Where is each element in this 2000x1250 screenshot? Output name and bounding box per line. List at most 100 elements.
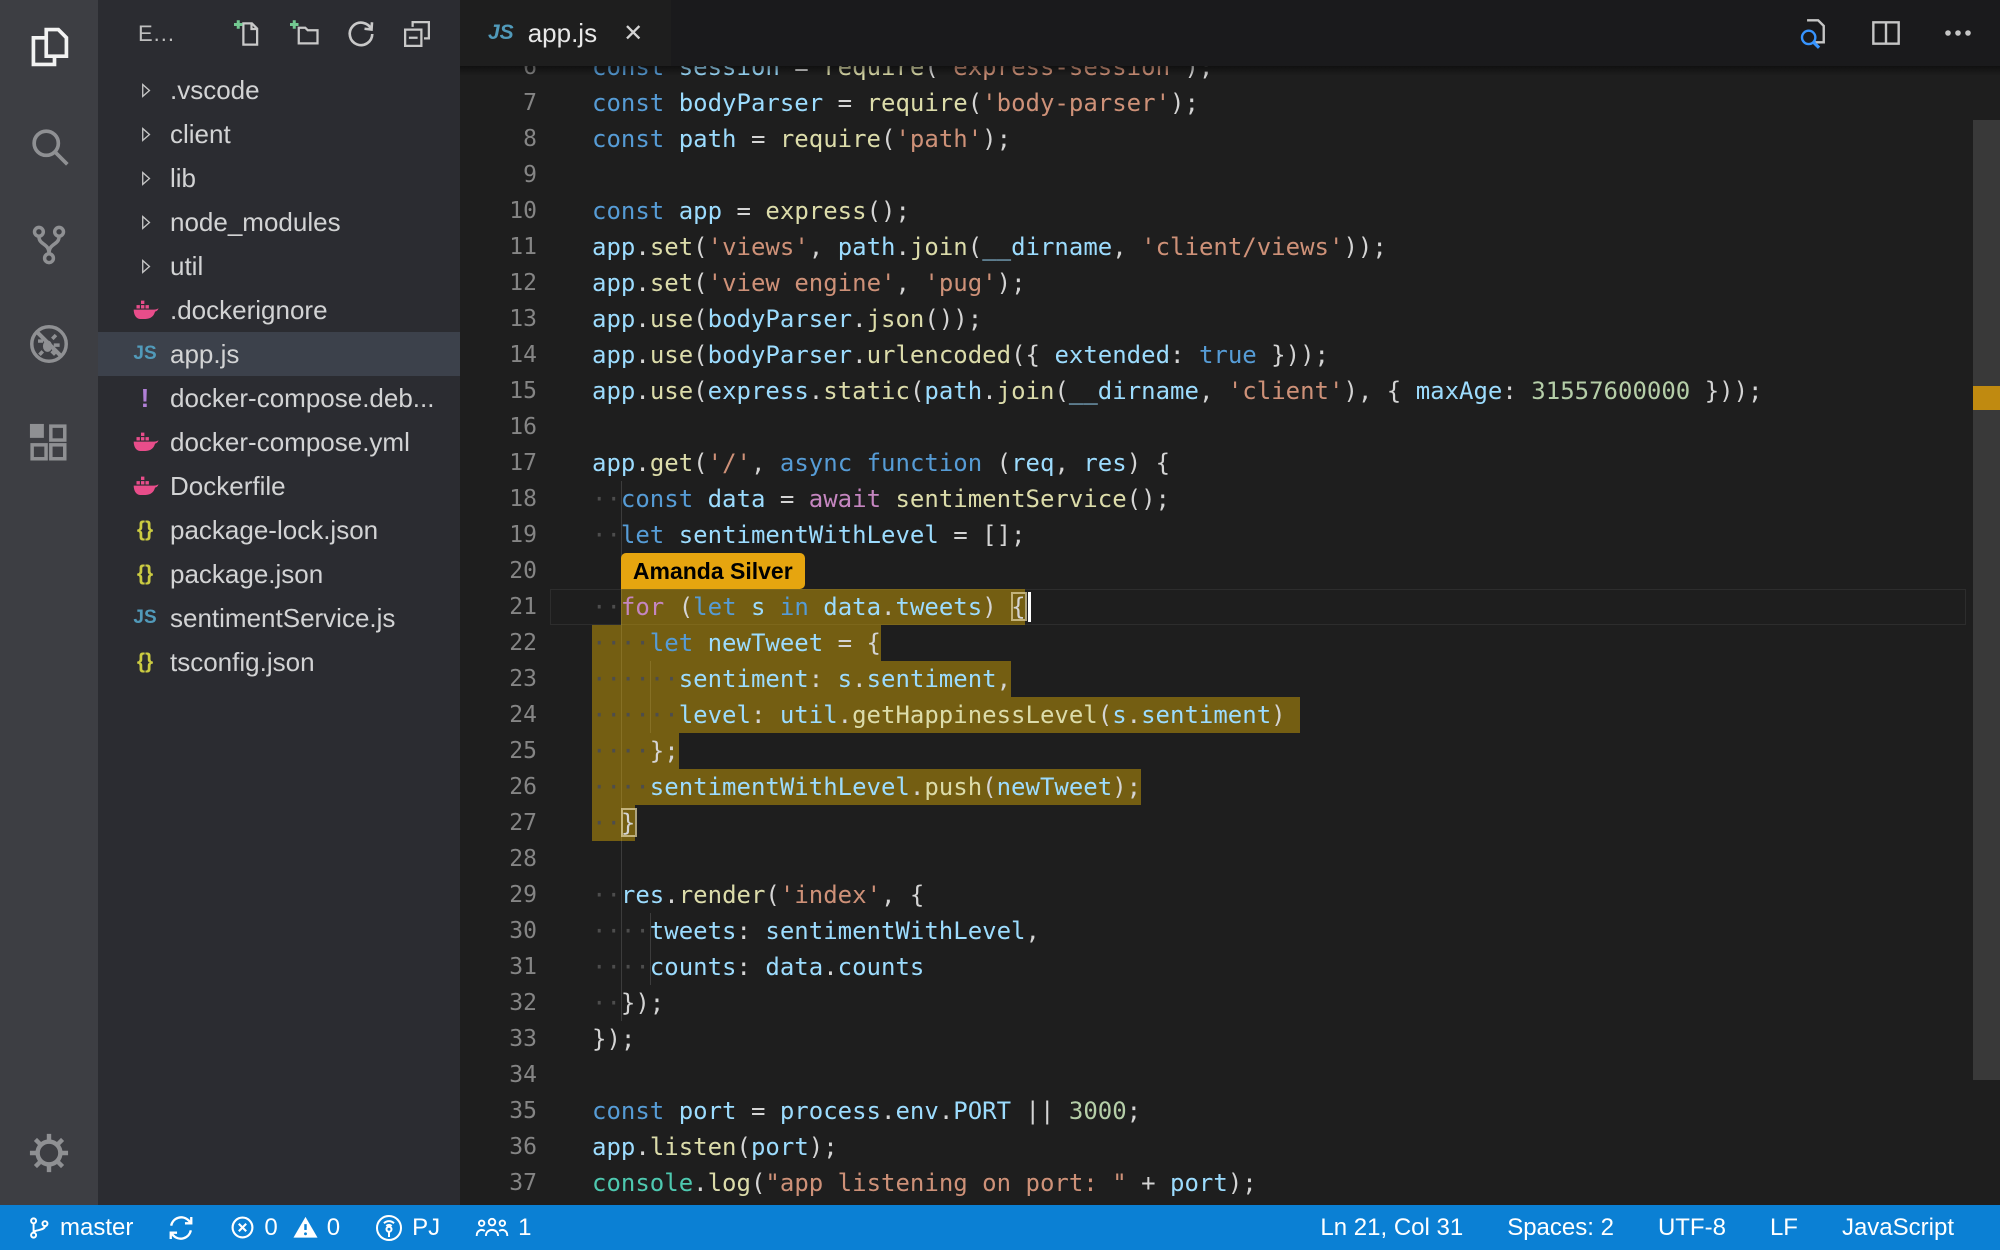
- code-line-26[interactable]: 26····sentimentWithLevel.push(newTweet);: [460, 769, 2000, 805]
- line-number: 28: [460, 841, 537, 877]
- activity-item-source-control[interactable]: [0, 198, 98, 297]
- code-line-14[interactable]: 14app.use(bodyParser.urlencoded({ extend…: [460, 337, 2000, 373]
- tree-item-package-json[interactable]: {}package.json: [98, 552, 460, 596]
- find-in-file-button[interactable]: [1798, 17, 1830, 49]
- line-number: 23: [460, 661, 537, 697]
- code-line-27[interactable]: 27··}: [460, 805, 2000, 841]
- people-icon: [474, 1214, 510, 1241]
- tree-item-dockerfile[interactable]: Dockerfile: [98, 464, 460, 508]
- tree-item-docker-compose-yml[interactable]: docker-compose.yml: [98, 420, 460, 464]
- tab-label: app.js: [528, 18, 597, 49]
- tree-item-tsconfig-json[interactable]: {}tsconfig.json: [98, 640, 460, 684]
- code-line-31[interactable]: 31····counts: data.counts: [460, 949, 2000, 985]
- status-sync[interactable]: [167, 1214, 195, 1242]
- tree-item-lib[interactable]: lib: [98, 156, 460, 200]
- code-line-18[interactable]: 18··const data = await sentimentService(…: [460, 481, 2000, 517]
- code-line-21[interactable]: 21··for (let s in data.tweets) {: [460, 589, 2000, 625]
- ellipsis-icon: [1942, 36, 1974, 53]
- split-editor-button[interactable]: [1870, 17, 1902, 49]
- code-line-36[interactable]: 36app.listen(port);: [460, 1129, 2000, 1165]
- status-cursor-position[interactable]: Ln 21, Col 31: [1320, 1214, 1463, 1242]
- status-encoding[interactable]: UTF-8: [1658, 1214, 1726, 1242]
- code-line-7[interactable]: 7const bodyParser = require('body-parser…: [460, 85, 2000, 121]
- code-line-17[interactable]: 17app.get('/', async function (req, res)…: [460, 445, 2000, 481]
- more-actions-button[interactable]: [1942, 17, 1974, 49]
- code-line-32[interactable]: 32··});: [460, 985, 2000, 1021]
- status-label: PJ: [412, 1214, 440, 1242]
- status-eol[interactable]: LF: [1770, 1214, 1798, 1242]
- code-line-37[interactable]: 37console.log("app listening on port: " …: [460, 1165, 2000, 1201]
- code-text: app.use(express.static(path.join(__dirna…: [592, 373, 1763, 409]
- code-line-15[interactable]: 15app.use(express.static(path.join(__dir…: [460, 373, 2000, 409]
- editor-actions: [1798, 0, 1974, 66]
- code-line-11[interactable]: 11app.set('views', path.join(__dirname, …: [460, 229, 2000, 265]
- code-text: app.use(bodyParser.urlencoded({ extended…: [592, 337, 1329, 373]
- code-line-10[interactable]: 10const app = express();: [460, 193, 2000, 229]
- code-line-25[interactable]: 25····};: [460, 733, 2000, 769]
- json-file-icon: {}: [130, 650, 160, 674]
- code-text: console.log("app listening on port: " + …: [592, 1165, 1257, 1201]
- chevron-right-icon: [130, 81, 160, 100]
- editor-scrollbar[interactable]: [1973, 120, 2000, 1080]
- code-line-16[interactable]: 16: [460, 409, 2000, 445]
- code-line-28[interactable]: 28: [460, 841, 2000, 877]
- code-text: ····};: [592, 733, 679, 769]
- code-line-23[interactable]: 23······sentiment: s.sentiment,: [460, 661, 2000, 697]
- line-number: 7: [460, 85, 537, 121]
- code-line-13[interactable]: 13app.use(bodyParser.json());: [460, 301, 2000, 337]
- code-line-24[interactable]: 24······level: util.getHappinessLevel(s.…: [460, 697, 2000, 733]
- excl-file-icon: !: [130, 383, 160, 414]
- code-line-33[interactable]: 33});: [460, 1021, 2000, 1057]
- tree-item-label: util: [170, 251, 203, 282]
- tree-item-sentimentservice-js[interactable]: JSsentimentService.js: [98, 596, 460, 640]
- collapse-all-button[interactable]: [402, 19, 432, 49]
- new-folder-button[interactable]: [290, 19, 320, 49]
- status-live-share[interactable]: PJ: [374, 1213, 440, 1243]
- code-text: const path = require('path');: [592, 121, 1011, 157]
- js-file-icon: JS: [130, 343, 160, 365]
- code-line-19[interactable]: 19··let sentimentWithLevel = [];: [460, 517, 2000, 553]
- status-indentation[interactable]: Spaces: 2: [1507, 1214, 1614, 1242]
- tree-item-package-lock-json[interactable]: {}package-lock.json: [98, 508, 460, 552]
- activity-item-settings[interactable]: [0, 1106, 98, 1205]
- code-text: ··let sentimentWithLevel = [];: [592, 517, 1026, 553]
- tree-item-node-modules[interactable]: node_modules: [98, 200, 460, 244]
- activity-item-search[interactable]: [0, 99, 98, 198]
- line-number: 31: [460, 949, 537, 985]
- status-language-mode[interactable]: JavaScript: [1842, 1214, 1954, 1242]
- code-line-30[interactable]: 30····tweets: sentimentWithLevel,: [460, 913, 2000, 949]
- sync-icon: [167, 1214, 195, 1242]
- tree-item--dockerignore[interactable]: .dockerignore: [98, 288, 460, 332]
- tree-item-docker-compose-deb-[interactable]: !docker-compose.deb...: [98, 376, 460, 420]
- find-file-icon: [1798, 36, 1830, 53]
- code-line-29[interactable]: 29··res.render('index', {: [460, 877, 2000, 913]
- status-git-branch[interactable]: master: [26, 1214, 133, 1242]
- source-control-icon: [27, 223, 71, 272]
- line-number: 36: [460, 1129, 537, 1165]
- status-errors[interactable]: 0: [229, 1214, 277, 1242]
- live-share-icon: [374, 1213, 404, 1243]
- tree-item--vscode[interactable]: .vscode: [98, 68, 460, 112]
- tree-item-client[interactable]: client: [98, 112, 460, 156]
- activity-item-extensions[interactable]: [0, 396, 98, 495]
- refresh-button[interactable]: [346, 19, 376, 49]
- activity-item-explorer[interactable]: [0, 0, 98, 99]
- new-file-icon: [234, 36, 264, 53]
- activity-item-debug[interactable]: [0, 297, 98, 396]
- new-file-button[interactable]: [234, 19, 264, 49]
- code-line-9[interactable]: 9: [460, 157, 2000, 193]
- chevron-right-icon: [130, 257, 160, 276]
- explorer-toolbar: [234, 19, 432, 49]
- tree-item-util[interactable]: util: [98, 244, 460, 288]
- code-line-34[interactable]: 34: [460, 1057, 2000, 1093]
- code-line-12[interactable]: 12app.set('view engine', 'pug');: [460, 265, 2000, 301]
- code-line-22[interactable]: 22····let newTweet = {: [460, 625, 2000, 661]
- tree-item-app-js[interactable]: JSapp.js: [98, 332, 460, 376]
- status-warnings[interactable]: 0: [292, 1214, 340, 1242]
- close-tab-icon[interactable]: ✕: [623, 19, 643, 48]
- tab-app-js[interactable]: JS app.js ✕: [460, 0, 671, 66]
- status-participants[interactable]: 1: [474, 1214, 531, 1242]
- code-text: app.set('views', path.join(__dirname, 'c…: [592, 229, 1387, 265]
- code-line-8[interactable]: 8const path = require('path');: [460, 121, 2000, 157]
- code-line-35[interactable]: 35const port = process.env.PORT || 3000;: [460, 1093, 2000, 1129]
